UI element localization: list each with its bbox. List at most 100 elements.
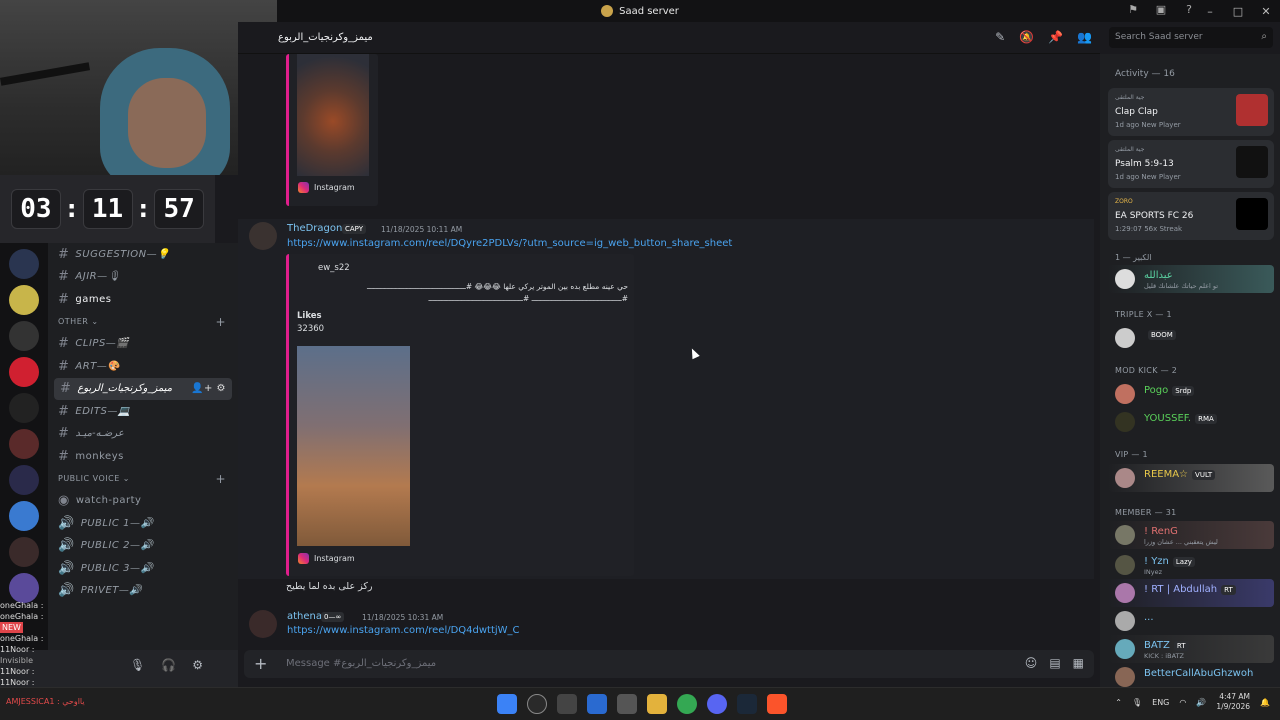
message-text: ركز على بده لما يطيح [286, 581, 373, 592]
channel-clips[interactable]: # CLIPS—🎬 [48, 333, 238, 356]
message-link[interactable]: https://www.instagram.com/reel/DQ4dwttjW… [287, 625, 520, 636]
screen-icon[interactable]: ▣ [1154, 3, 1168, 17]
member-item[interactable]: عبدالله تو اعلم حياتك علشانك قليل [1108, 265, 1274, 293]
close-button[interactable]: ✕ [1252, 5, 1280, 18]
member-item[interactable]: ! RT | Abdullah RT [1108, 579, 1274, 607]
emoji-icon[interactable]: ☺ [1025, 656, 1038, 670]
activity-card[interactable]: جية الملتقى Clap Clap 1d ago New Player [1108, 88, 1274, 136]
timer-hours: 03 [10, 189, 61, 229]
voice-public-3[interactable]: 🔊 PUBLIC 3—🔊 [48, 557, 238, 580]
chat-new-badge: NEW [0, 622, 23, 633]
embed-video-thumbnail[interactable] [297, 54, 369, 176]
members-icon[interactable]: 👥 [1077, 30, 1092, 44]
mic-icon[interactable]: 🎙 [130, 658, 145, 672]
tray-overflow-icon[interactable]: ⌃ [1115, 698, 1122, 707]
pin-icon[interactable]: 📌 [1048, 30, 1063, 44]
channel-suggestion[interactable]: # SUGGESTION—💡 [48, 243, 238, 266]
member-item[interactable]: ! RenG ليش يتعقبني ... عشان وزرا [1108, 521, 1274, 549]
server-icon[interactable] [9, 465, 39, 495]
member-item[interactable]: BATZ RT KICK : iBATZ [1108, 635, 1274, 663]
minimize-button[interactable]: – [1196, 5, 1224, 18]
maximize-button[interactable]: □ [1224, 5, 1252, 18]
server-icon[interactable] [9, 573, 39, 603]
server-icon[interactable] [9, 357, 39, 387]
voice-public-2[interactable]: 🔊 PUBLIC 2—🔊 [48, 535, 238, 558]
message-input[interactable]: Message #ميمز_وكرنجيات_الربوع [286, 658, 436, 669]
chat-line: AMJESSICA1 : يااوحي [6, 697, 85, 706]
mic-tray-icon[interactable]: 🎙 [1132, 698, 1142, 707]
mute-icon[interactable]: 🔕 [1019, 30, 1034, 44]
stream-chat-overlay: oneGhala : oneGhala : NEW oneGhala : 11N… [0, 600, 85, 688]
server-logo-icon [601, 5, 614, 17]
embed-footer: Instagram [298, 182, 355, 193]
settings-gear-icon[interactable]: ⚙ [192, 658, 203, 672]
channel-edits[interactable]: # EDITS—💻 [48, 400, 238, 423]
server-icon[interactable] [9, 429, 39, 459]
start-icon[interactable] [497, 694, 517, 714]
file-explorer-icon[interactable] [647, 694, 667, 714]
embed-footer: Instagram [298, 553, 355, 564]
member-item[interactable]: ... [1108, 607, 1274, 635]
embed-author[interactable]: ew_s22 [318, 263, 350, 273]
gif-icon[interactable]: ▤ [1049, 656, 1060, 670]
member-item[interactable]: Pogo Srdp [1108, 380, 1274, 408]
discord-icon[interactable] [707, 694, 727, 714]
channel-ajir[interactable]: # AJIR—🎙 [48, 266, 238, 289]
message-username[interactable]: athena [287, 611, 322, 622]
chrome-icon[interactable] [677, 694, 697, 714]
message-link[interactable]: https://www.instagram.com/reel/DQyre2PDL… [287, 238, 732, 249]
server-icon[interactable] [9, 285, 39, 315]
face [128, 78, 206, 168]
server-icon[interactable] [9, 393, 39, 423]
headphones-icon[interactable]: 🎧 [161, 658, 176, 672]
search-taskbar-icon[interactable] [527, 694, 547, 714]
language-indicator[interactable]: ENG [1152, 698, 1169, 707]
apps-icon[interactable]: ▦ [1073, 656, 1084, 670]
brave-icon[interactable] [767, 694, 787, 714]
add-attachment-icon[interactable]: + [254, 654, 267, 673]
channel-art[interactable]: # ART—🎨 [48, 355, 238, 378]
channel-watch-party[interactable]: ◉ watch-party [48, 490, 238, 513]
server-icon[interactable] [9, 501, 39, 531]
channel-arabic[interactable]: # عرضـه-ميـد [48, 423, 238, 446]
chat-line: 11Noor : [0, 645, 35, 654]
notification-icon[interactable]: 🔔 [1260, 698, 1270, 707]
voice-privet[interactable]: 🔊 PRIVET—🔊 [48, 580, 238, 603]
message-composer[interactable]: + Message #ميمز_وكرنجيات_الربوع ☺ ▤ ▦ [244, 650, 1094, 678]
steam-icon[interactable] [737, 694, 757, 714]
clock[interactable]: 4:47 AM 1/9/2026 [1216, 692, 1250, 712]
store-icon[interactable] [587, 694, 607, 714]
avatar[interactable] [249, 610, 277, 638]
channel-monkeys[interactable]: # monkeys [48, 445, 238, 468]
volume-icon[interactable]: 🔊 [1196, 698, 1206, 707]
embed-video-thumbnail[interactable] [297, 346, 410, 546]
threads-icon[interactable]: ✎ [995, 30, 1005, 44]
server-icon[interactable] [9, 249, 39, 279]
server-icon[interactable] [9, 321, 39, 351]
channel-games[interactable]: # games [48, 288, 238, 311]
member-list: Activity — 16 جية الملتقى Clap Clap 1d a… [1100, 54, 1280, 687]
server-icon[interactable] [9, 537, 39, 567]
message-username[interactable]: TheDragon [287, 223, 342, 234]
activity-thumbnail [1236, 146, 1268, 178]
inbox-icon[interactable]: ⚑ [1126, 3, 1140, 17]
activity-card[interactable]: ZORO EA SPORTS FC 26 1:29:07 56x Streak [1108, 192, 1274, 240]
member-item[interactable]: YOUSSEF. RMA [1108, 408, 1274, 436]
member-item[interactable]: REEMA☆ VULT [1108, 464, 1274, 492]
wifi-icon[interactable]: ◠ [1179, 698, 1186, 707]
voice-public-1[interactable]: 🔊 PUBLIC 1—🔊 [48, 512, 238, 535]
member-item[interactable]: ! Yzn Lazy INyez [1108, 551, 1274, 579]
member-item[interactable]: BOOM [1108, 324, 1274, 352]
chat-invisible: Invisible [0, 656, 33, 665]
task-view-icon[interactable] [557, 694, 577, 714]
activity-card[interactable]: جية الملتقى Psalm 5:9-13 1d ago New Play… [1108, 140, 1274, 188]
instagram-icon [298, 553, 309, 564]
channel-memes[interactable]: # ميمز_وكرنجيات_الربوع 👤+ ⚙ [54, 377, 232, 400]
help-icon[interactable]: ? [1182, 3, 1196, 17]
obs-icon[interactable] [617, 694, 637, 714]
category-public-voice[interactable]: PUBLIC VOICE ⌄ + [48, 468, 238, 490]
category-other[interactable]: OTHER ⌄ + [48, 311, 238, 333]
avatar[interactable] [249, 222, 277, 250]
activity-title[interactable]: Activity — 16 [1115, 69, 1175, 79]
search-input[interactable]: Search Saad server ⌕ [1109, 27, 1273, 48]
